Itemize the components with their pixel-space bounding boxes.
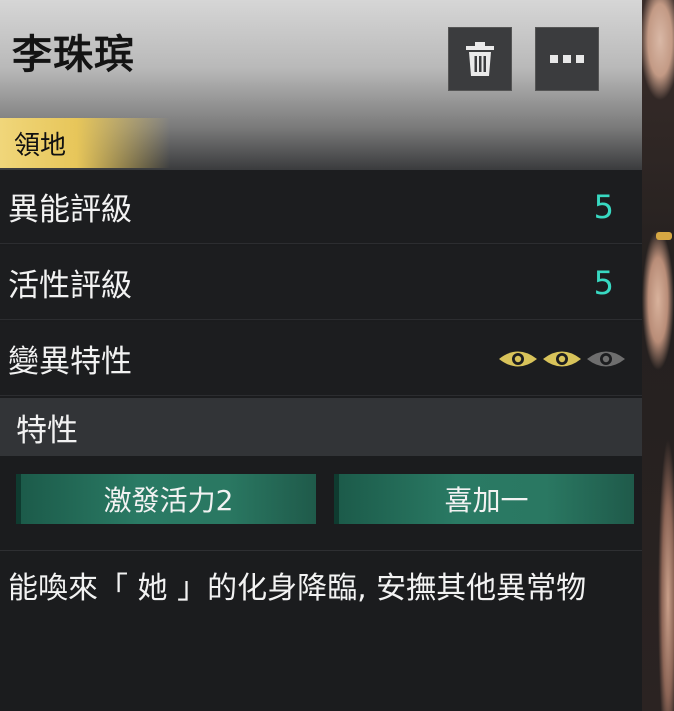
trait-button[interactable]: 喜加一 — [334, 474, 634, 524]
more-dots-icon — [550, 55, 584, 63]
character-name: 李珠瑸 — [12, 32, 135, 78]
trait-button[interactable]: 激發活力2 — [16, 474, 316, 524]
character-bracelet — [656, 232, 672, 240]
stat-row-mutation: 變異特性 — [0, 322, 642, 396]
anomaly-description: 能喚來「 她 」的化身降臨, 安撫其他異常物 — [8, 571, 587, 606]
trash-icon — [466, 42, 494, 76]
anomaly-info-panel: 李珠瑸 領地 異能評級 5 活性評級 5 變異特性 特性 激發活力2 喜加一 能… — [0, 0, 642, 711]
stat-value: 5 — [593, 187, 614, 226]
eye-icon-active — [543, 351, 581, 366]
character-art — [640, 0, 674, 711]
stat-row-ability-rating: 異能評級 5 — [0, 170, 642, 244]
mutation-level-indicator — [498, 348, 626, 370]
stat-label: 變異特性 — [8, 344, 132, 380]
panel-header: 李珠瑸 領地 — [0, 0, 642, 170]
more-button[interactable] — [535, 27, 599, 91]
eye-icon-active — [499, 351, 537, 366]
stat-row-activity-rating: 活性評級 5 — [0, 246, 642, 320]
divider — [0, 550, 642, 551]
stat-label: 異能評級 — [8, 192, 132, 228]
traits-section-header: 特性 — [0, 398, 642, 456]
delete-button[interactable] — [448, 27, 512, 91]
eye-icon-inactive — [587, 351, 625, 366]
stat-value: 5 — [593, 263, 614, 302]
stat-label: 活性評級 — [8, 268, 132, 304]
territory-tag: 領地 — [0, 118, 170, 168]
